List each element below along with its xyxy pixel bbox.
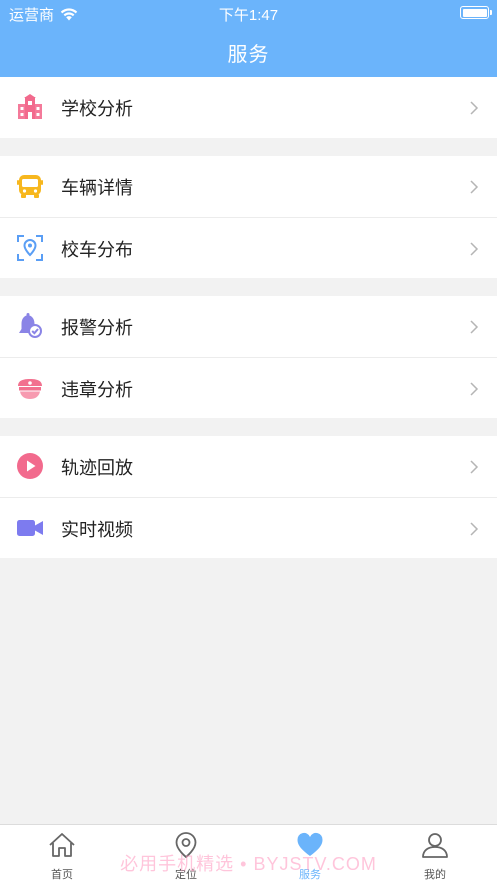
menu-item-label: 违章分析 (61, 380, 133, 400)
tab-location[interactable]: 定位 (124, 825, 248, 883)
play-icon (17, 453, 43, 479)
police-cap-icon (18, 379, 42, 399)
status-time: 下午1:47 (218, 7, 279, 24)
tab-label: 首页 (51, 869, 73, 881)
menu-item-live-video[interactable]: 实时视频 (0, 497, 497, 558)
tab-label: 我的 (424, 869, 446, 881)
service-group-school: 学校分析 (0, 77, 497, 138)
tab-profile[interactable]: 我的 (373, 825, 497, 883)
chevron-right-icon (470, 522, 479, 536)
menu-item-label: 学校分析 (61, 99, 133, 119)
service-group-vehicle: 车辆详情 校车分布 (0, 156, 497, 278)
bottom-tab-bar: 首页 定位 服务 我的 (0, 824, 497, 883)
tab-label: 服务 (299, 869, 321, 881)
location-pin-icon (175, 832, 197, 859)
menu-item-label: 报警分析 (61, 318, 133, 338)
chevron-right-icon (470, 460, 479, 474)
chevron-right-icon (470, 382, 479, 396)
home-icon (49, 833, 75, 857)
menu-item-label: 校车分布 (61, 240, 133, 260)
chevron-right-icon (470, 101, 479, 115)
school-icon (18, 94, 42, 119)
video-camera-icon (17, 520, 43, 536)
tab-home[interactable]: 首页 (0, 825, 124, 883)
tab-label: 定位 (175, 869, 197, 881)
tab-services[interactable]: 服务 (248, 825, 372, 883)
menu-item-label: 轨迹回放 (61, 458, 133, 478)
bus-icon (17, 175, 43, 198)
menu-item-track-playback[interactable]: 轨迹回放 (0, 436, 497, 497)
page-title: 服务 (227, 44, 270, 66)
menu-item-label: 实时视频 (61, 520, 133, 540)
status-bar: 运营商 下午1:47 (0, 0, 497, 26)
battery-icon (460, 6, 492, 19)
menu-item-alarm-analysis[interactable]: 报警分析 (0, 296, 497, 357)
chevron-right-icon (470, 320, 479, 334)
heart-icon (297, 832, 323, 856)
app-header: 运营商 下午1:47 服务 (0, 0, 497, 77)
location-scan-icon (17, 235, 43, 261)
chevron-right-icon (470, 242, 479, 256)
menu-item-label: 车辆详情 (61, 178, 133, 198)
menu-item-vehicle-details[interactable]: 车辆详情 (0, 156, 497, 217)
menu-item-bus-distribution[interactable]: 校车分布 (0, 217, 497, 278)
service-group-media: 轨迹回放 实时视频 (0, 436, 497, 558)
alarm-bell-icon (19, 313, 42, 338)
chevron-right-icon (470, 180, 479, 194)
menu-item-school-analysis[interactable]: 学校分析 (0, 77, 497, 138)
service-group-alerts: 报警分析 违章分析 (0, 296, 497, 418)
user-icon (422, 833, 448, 858)
menu-item-violation-analysis[interactable]: 违章分析 (0, 357, 497, 418)
